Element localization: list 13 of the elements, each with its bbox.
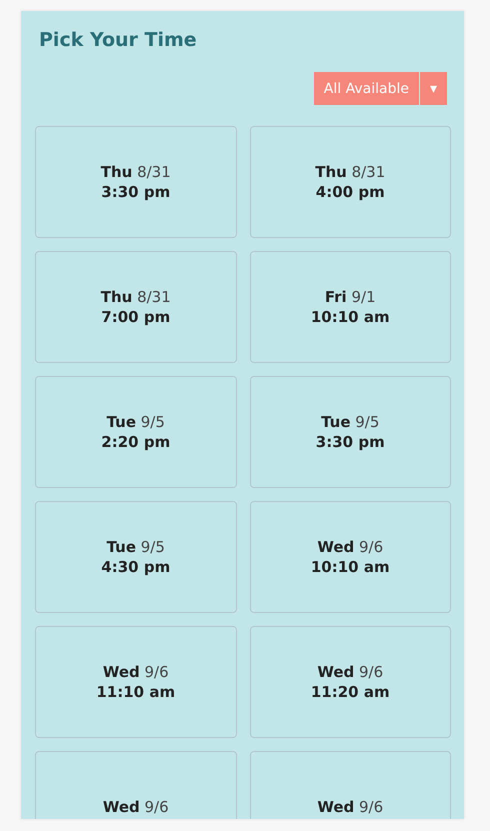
- panel-title: Pick Your Time: [38, 28, 198, 51]
- time-slot-card[interactable]: Wed 9/6: [35, 751, 236, 819]
- time-slot-card[interactable]: Wed 9/6 11:20 am: [250, 626, 451, 738]
- time-slot-card[interactable]: Wed 9/6 10:10 am: [250, 501, 451, 613]
- time-slot-card[interactable]: Thu 8/31 7:00 pm: [35, 251, 236, 363]
- time-slot-card[interactable]: Thu 8/31 4:00 pm: [250, 126, 451, 238]
- time-slot-card[interactable]: Tue 9/5 4:30 pm: [35, 501, 236, 613]
- time-slot-card[interactable]: Tue 9/5 2:20 pm: [35, 376, 236, 488]
- time-slot-card[interactable]: Fri 9/1 10:10 am: [250, 251, 451, 363]
- time-slot-card[interactable]: Tue 9/5 3:30 pm: [250, 376, 451, 488]
- time-slot-card[interactable]: Thu 8/31 3:30 pm: [35, 126, 236, 238]
- time-slot-card[interactable]: Wed 9/6: [250, 751, 451, 819]
- time-slot-card[interactable]: Wed 9/6 11:10 am: [35, 626, 236, 738]
